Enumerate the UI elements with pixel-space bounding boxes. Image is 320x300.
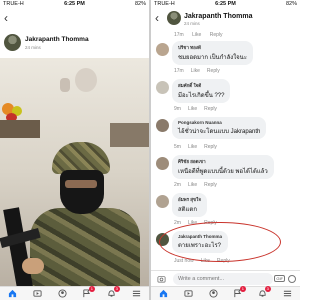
sticker-icon[interactable] <box>288 275 296 283</box>
home-icon[interactable] <box>158 289 168 299</box>
tab-bar: 1 3 <box>0 285 149 300</box>
avatar[interactable] <box>156 119 169 132</box>
post-time: 24 mins <box>25 45 41 50</box>
comment-bubble[interactable]: ศิริชัย ยอดเขาเหนือดีที่พูดแบบนี้ด้วย พอ… <box>172 155 274 179</box>
like-link[interactable]: Like <box>191 68 200 74</box>
highlight-circle <box>159 222 281 262</box>
back-arrow-icon[interactable]: ‹ <box>155 12 159 24</box>
page-subtitle: 24 mins <box>184 21 200 26</box>
status-bar: TRUE-H 6:25 PM 82% <box>0 0 149 10</box>
profile-icon[interactable] <box>208 289 218 299</box>
comment-author[interactable]: อัมพร สุขใจ <box>178 196 201 203</box>
comment-composer: GIF <box>151 270 300 286</box>
photo-rifle <box>3 207 33 286</box>
photo-mask <box>60 170 104 214</box>
photo-hand <box>22 258 44 274</box>
home-icon[interactable] <box>7 289 17 299</box>
avatar[interactable] <box>4 34 21 51</box>
post-author[interactable]: Jakrapanth Thomma <box>25 36 89 43</box>
notification-badge: 1 <box>239 285 246 292</box>
comment-item: ปรีชา ทองดีชมยอดมาก เป็นกำลังใจนะ 17m Like… <box>151 40 300 78</box>
menu-icon[interactable] <box>283 289 293 299</box>
like-link[interactable]: Like <box>188 144 197 150</box>
like-link[interactable]: Like <box>188 182 197 188</box>
photo-eyes <box>65 180 97 188</box>
reply-link[interactable]: Reply <box>204 182 217 188</box>
battery-level: 82% <box>285 1 297 7</box>
photo-soldier-body <box>30 208 140 286</box>
post-header: Jakrapanth Thomma 24 mins <box>0 30 149 58</box>
reply-link[interactable]: Reply <box>207 68 220 74</box>
reply-link[interactable]: Reply <box>210 32 223 38</box>
status-time: 6:25 PM <box>64 1 85 7</box>
page-title[interactable]: Jakrapanth Thomma <box>184 13 252 20</box>
flag-icon[interactable]: 1 <box>82 285 95 299</box>
comment-text: ไอ้ชั่วน่าจะโดนแบบ Jakrapanth <box>178 129 261 135</box>
comment-time: 5m <box>174 144 181 150</box>
comment-author[interactable]: ปรีชา ทองดี <box>178 44 247 51</box>
notification-badge: 1 <box>88 285 95 292</box>
notification-icon[interactable]: 3 <box>107 285 120 299</box>
reply-link[interactable]: Reply <box>204 144 217 150</box>
right-screen: TRUE-H 6:25 PM 82% ‹ Jakrapanth Thomma 2… <box>151 0 300 300</box>
comment-meta: 5m Like Reply <box>151 142 224 152</box>
comment-meta: 2m Like Reply <box>151 180 224 190</box>
comment-item: ศิริชัย ยอดเขาเหนือดีที่พูดแบบนี้ด้วย พอ… <box>151 154 300 192</box>
camera-icon[interactable] <box>157 274 166 283</box>
photo-shelf <box>0 120 40 138</box>
status-bar: TRUE-H 6:25 PM 82% <box>151 0 300 10</box>
post-photo[interactable] <box>0 58 149 286</box>
like-link[interactable]: Like <box>192 32 201 38</box>
comment-time: 17m <box>174 32 184 38</box>
avatar[interactable] <box>156 81 169 94</box>
flag-icon[interactable]: 1 <box>233 285 246 299</box>
comment-bubble[interactable]: สมศักดิ์ ใจดีมีอะไรเกิดขึ้น ??? <box>172 79 231 103</box>
comment-author[interactable]: ศิริชัย ยอดเขา <box>178 158 268 165</box>
gif-button[interactable]: GIF <box>274 275 285 282</box>
back-arrow-icon[interactable]: ‹ <box>4 12 8 24</box>
comment-text: มีอะไรเกิดขึ้น ??? <box>178 93 225 99</box>
notification-badge: 3 <box>113 285 120 292</box>
nav-bar: ‹ Jakrapanth Thomma 24 mins <box>151 10 300 28</box>
video-icon[interactable] <box>32 289 42 299</box>
avatar[interactable] <box>156 43 169 56</box>
video-icon[interactable] <box>183 289 193 299</box>
comment-meta: 17m Like Reply <box>151 30 300 40</box>
avatar[interactable] <box>156 157 169 170</box>
notification-icon[interactable]: 3 <box>258 285 271 299</box>
profile-icon[interactable] <box>57 289 67 299</box>
comment-meta: 9m Like Reply <box>151 104 224 114</box>
photo-ornament <box>75 68 97 92</box>
status-time: 6:25 PM <box>215 1 236 7</box>
comment-item: สมศักดิ์ ใจดีมีอะไรเกิดขึ้น ??? 9m Like Rep… <box>151 78 300 116</box>
comment-time: 9m <box>174 106 181 112</box>
comment-time: 17m <box>174 68 184 74</box>
photo-shelf <box>110 123 149 147</box>
comment-author[interactable]: สมศักดิ์ ใจดี <box>178 82 224 89</box>
reply-link[interactable]: Reply <box>204 106 217 112</box>
comment-input[interactable] <box>173 273 273 285</box>
comment-time: 2m <box>174 182 181 188</box>
comment-bubble[interactable]: อัมพร สุขใจสติแตก <box>172 193 207 217</box>
battery-level: 82% <box>134 1 146 7</box>
photo-ornament <box>60 78 70 92</box>
comment-item: Pongsakorn Nuanna ไอ้ชั่วน่าจะโดนแบบ Jakr… <box>151 116 300 154</box>
like-link[interactable]: Like <box>188 106 197 112</box>
avatar[interactable] <box>167 11 181 25</box>
notification-badge: 3 <box>264 285 271 292</box>
comment-bubble[interactable]: ปรีชา ทองดีชมยอดมาก เป็นกำลังใจนะ <box>172 41 254 65</box>
menu-icon[interactable] <box>132 289 142 299</box>
comment-meta: 17m Like Reply <box>151 66 227 76</box>
left-screen: TRUE-H 6:25 PM 82% ‹ Jakrapanth Thomma 2… <box>0 0 149 300</box>
comment-author[interactable]: Pongsakorn Nuanna <box>178 120 260 125</box>
comment-text: เหนือดีที่พูดแบบนี้ด้วย พอได้ได้แล้ว <box>178 169 268 175</box>
tab-bar: 1 3 <box>151 285 300 300</box>
comment-text: สติแตก <box>178 207 197 213</box>
nav-bar: ‹ <box>0 10 149 28</box>
comment-time: 2m <box>174 220 181 226</box>
comment-bubble[interactable]: Pongsakorn Nuanna ไอ้ชั่วน่าจะโดนแบบ Jakr… <box>172 117 267 139</box>
comment-text: ชมยอดมาก เป็นกำลังใจนะ <box>178 55 248 61</box>
avatar[interactable] <box>156 195 169 208</box>
